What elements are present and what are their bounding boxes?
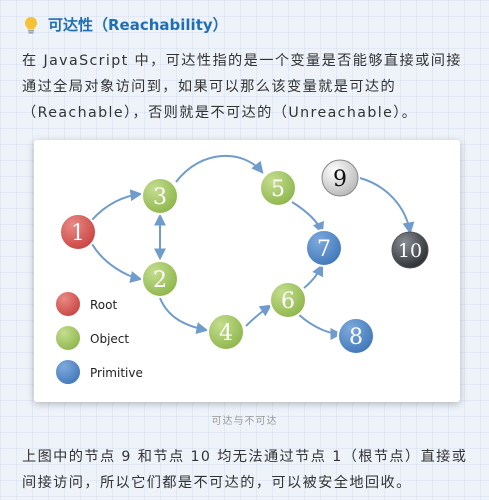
edge-6-7: [303, 263, 324, 289]
svg-text:7: 7: [317, 237, 331, 262]
edge-2-4: [159, 297, 209, 334]
svg-text:1: 1: [71, 221, 85, 246]
legend-primitive: Primitive: [54, 358, 143, 386]
svg-text:9: 9: [333, 167, 347, 192]
edge-5-7: [291, 201, 324, 235]
node-3: 3: [141, 177, 179, 215]
svg-text:6: 6: [281, 289, 295, 314]
node-7: 7: [305, 229, 343, 267]
svg-text:5: 5: [271, 177, 285, 202]
svg-text:4: 4: [219, 321, 233, 346]
svg-text:8: 8: [349, 325, 363, 350]
node-6: 6: [269, 281, 307, 319]
intro-paragraph: 在 JavaScript 中，可达性指的是一个变量是否能够直接或间接通过全局对象…: [22, 53, 462, 121]
explanation-paragraph: 上图中的节点 9 和节点 10 均无法通过节点 1（根节点）直接或间接访问，所以…: [22, 449, 468, 491]
section-heading: 可达性（Reachability）: [22, 14, 228, 35]
legend: Root Object Primitive: [54, 290, 143, 386]
edge-9-10: [359, 177, 415, 235]
node-4: 4: [207, 313, 245, 351]
svg-text:2: 2: [153, 268, 167, 293]
node-1: 1: [59, 213, 97, 251]
edges: [91, 154, 415, 340]
reachability-diagram: 1 2 3 4 5 6 7 8 9 10 Root Object Primiti…: [34, 140, 460, 402]
figure-caption: 可达与不可达: [211, 416, 278, 427]
edge-1-2: [91, 243, 143, 283]
edge-3-5: [175, 154, 264, 183]
lightbulb-icon: [25, 16, 37, 34]
node-10: 10: [391, 231, 429, 269]
svg-text:3: 3: [153, 185, 167, 210]
edge-6-8: [297, 313, 343, 340]
node-2: 2: [141, 260, 179, 298]
svg-text:Object: Object: [90, 332, 129, 346]
legend-root: Root: [54, 290, 117, 318]
svg-text:Primitive: Primitive: [90, 366, 143, 380]
node-8: 8: [337, 317, 375, 355]
legend-object: Object: [54, 324, 129, 352]
diagram-canvas: 1 2 3 4 5 6 7 8 9 10 Root Object Primiti…: [54, 154, 429, 386]
svg-text:Root: Root: [90, 298, 117, 312]
node-9: 9: [321, 159, 359, 197]
section-title: 可达性（Reachability）: [48, 16, 228, 34]
edge-4-6: [245, 304, 272, 327]
svg-text:10: 10: [398, 240, 422, 262]
node-5: 5: [259, 169, 297, 207]
edge-1-3: [91, 189, 143, 221]
